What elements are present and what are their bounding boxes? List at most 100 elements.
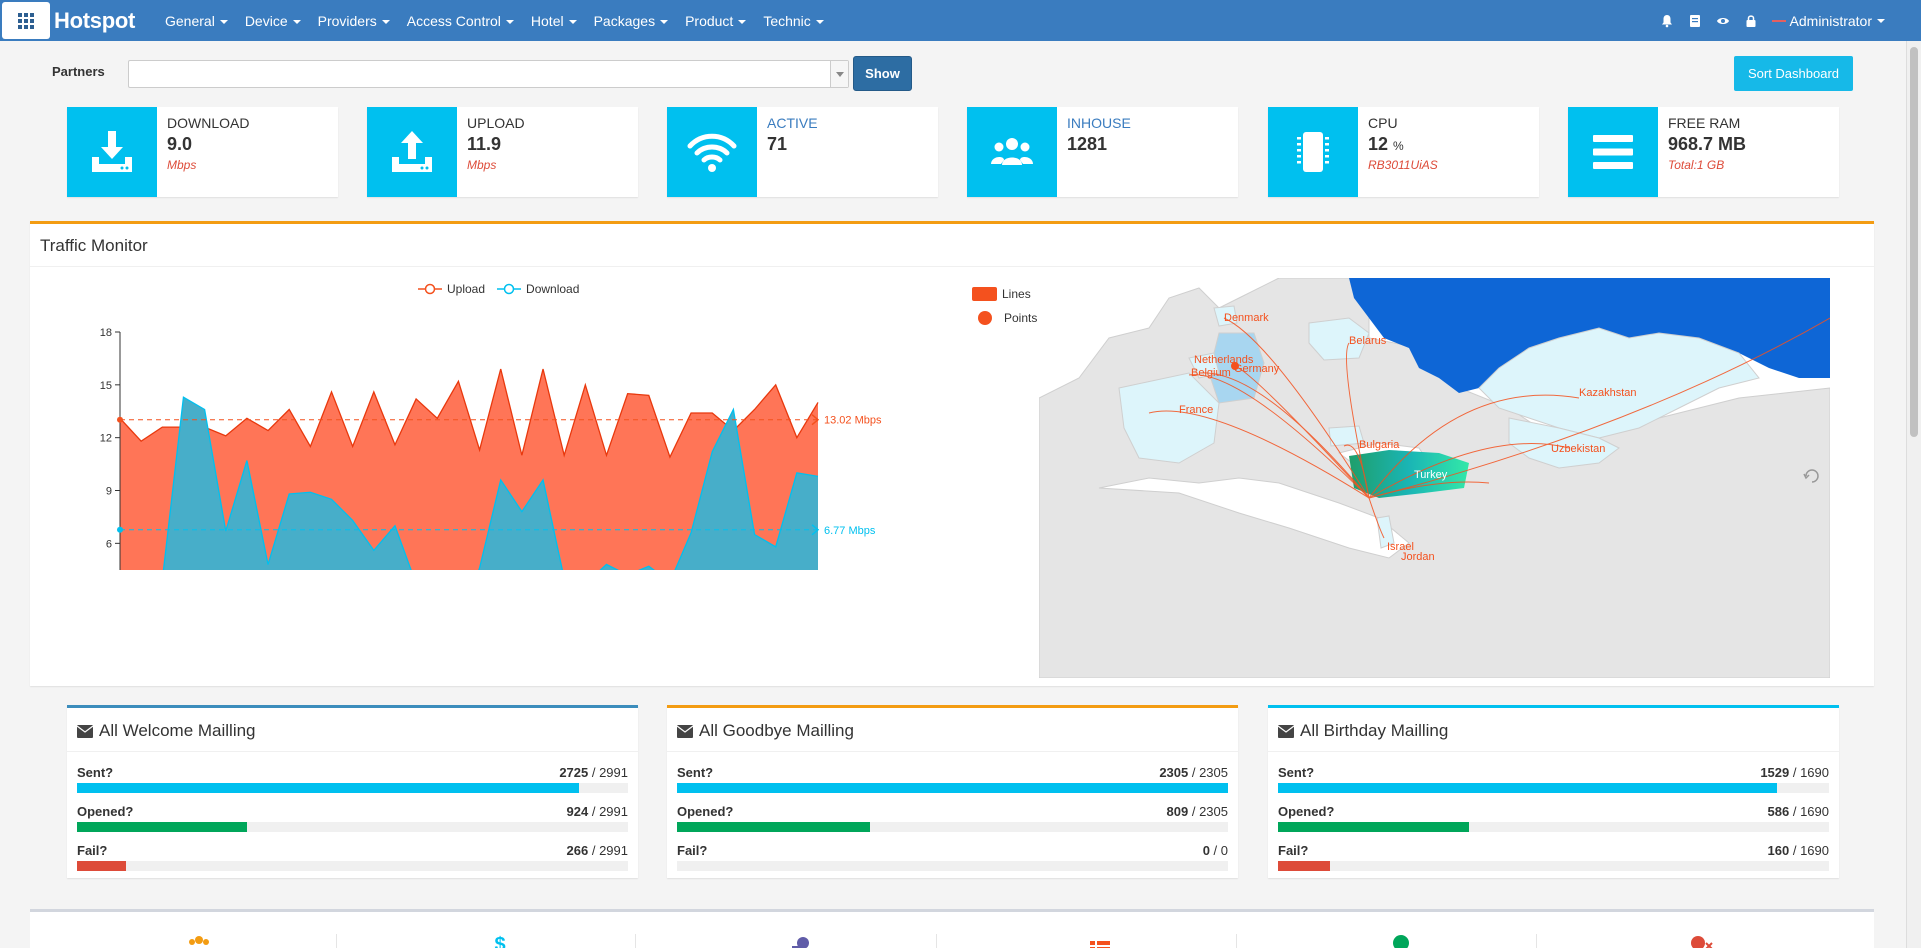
stat-value: 11.9 xyxy=(467,134,502,154)
sort-dashboard-button[interactable]: Sort Dashboard xyxy=(1734,56,1853,91)
menu-technic-label: Technic xyxy=(763,12,811,29)
avg-label-download: 6.77 Mbps xyxy=(824,525,876,537)
progress-label: Sent? xyxy=(77,765,114,780)
bottom-dollar-icon[interactable]: $ xyxy=(485,931,515,948)
caret-down-icon xyxy=(568,19,577,24)
progress-opened: Opened? 924 / 2991 xyxy=(77,804,628,832)
wifi-icon-box xyxy=(667,107,757,197)
wifi-icon xyxy=(687,133,737,172)
bottom-key-icon[interactable] xyxy=(785,931,815,948)
select-arrow[interactable] xyxy=(830,61,848,87)
y-tick-label: 6 xyxy=(106,538,112,550)
tasks-button[interactable] xyxy=(1688,14,1702,28)
map-label-belgium: Belgium xyxy=(1191,367,1231,379)
lines-swatch xyxy=(972,287,997,301)
map-label-denmark: Denmark xyxy=(1224,312,1269,324)
stat-label: CPU xyxy=(1368,115,1398,131)
bars-icon xyxy=(1593,135,1633,169)
stat-label: INHOUSE xyxy=(1067,115,1131,131)
divider xyxy=(30,266,1874,267)
avg-label-upload: 13.02 Mbps xyxy=(824,415,882,427)
menu-device-label: Device xyxy=(244,12,288,29)
stat-label: ACTIVE xyxy=(767,115,818,131)
stat-upload: UPLOAD 11.9 Mbps xyxy=(367,107,638,197)
menu-device[interactable]: Device xyxy=(245,13,301,29)
users-icon-box xyxy=(967,107,1057,197)
bottom-list-icon[interactable] xyxy=(1085,931,1115,948)
menu-product-label: Product xyxy=(685,12,734,29)
traffic-map: Denmark Belarus Netherlands Belgium Germ… xyxy=(1039,278,1830,678)
divider xyxy=(936,934,937,948)
stat-label: FREE RAM xyxy=(1668,115,1741,131)
progress-fill xyxy=(77,822,248,832)
progress-count: 1529 / 1690 xyxy=(1760,765,1829,780)
bottom-users-icon[interactable] xyxy=(184,931,214,948)
notifications-button[interactable] xyxy=(1660,14,1674,28)
caret-down-icon xyxy=(381,19,390,24)
stat-inhouse: INHOUSE 1281 xyxy=(967,107,1238,197)
y-tick-label: 12 xyxy=(100,433,112,445)
progress-sent: Sent? 1529 / 1690 xyxy=(1278,765,1829,793)
menu-access-control[interactable]: Access Control xyxy=(407,13,514,29)
bottom-user-icon[interactable] xyxy=(1386,931,1416,948)
caret-down-icon xyxy=(815,19,824,24)
y-tick-label: 18 xyxy=(100,327,112,339)
progress-fill xyxy=(77,783,579,793)
progress-track xyxy=(77,861,628,871)
divider xyxy=(336,934,337,948)
progress-track xyxy=(1278,861,1829,871)
map-legend: Lines Points xyxy=(972,282,1037,330)
stat-unit: % xyxy=(1393,139,1404,153)
top-navbar: Hotspot General Device Providers Access … xyxy=(0,0,1921,41)
page-scrollbar[interactable] xyxy=(1906,41,1921,948)
apps-grid-icon xyxy=(18,12,34,29)
progress-label: Fail? xyxy=(677,843,708,858)
progress-track xyxy=(77,783,628,793)
menu-product[interactable]: Product xyxy=(685,12,747,29)
traffic-monitor-box: Traffic Monitor Upload Download 03691215… xyxy=(30,221,1874,686)
progress-count: 924 / 2991 xyxy=(566,804,628,819)
map-label-uzbekistan: Uzbekistan xyxy=(1551,443,1605,455)
progress-track xyxy=(1278,783,1829,793)
show-button[interactable]: Show xyxy=(853,56,912,91)
menu-providers[interactable]: Providers xyxy=(318,13,390,29)
progress-track xyxy=(677,783,1228,793)
brand-logo[interactable]: Hotspot xyxy=(54,8,135,34)
map-label-germany: Germany xyxy=(1234,363,1280,375)
caret-down-icon xyxy=(292,19,301,24)
goodbye-mailing-box: All Goodbye Mailling Sent? 2305 / 2305 O… xyxy=(667,705,1238,878)
list-icon xyxy=(1689,14,1700,27)
cpu-icon xyxy=(1297,132,1329,172)
progress-label: Sent? xyxy=(677,765,714,780)
stat-sub: Mbps xyxy=(467,158,497,172)
stat-value: 71 xyxy=(767,134,788,154)
bottom-user-remove-icon[interactable] xyxy=(1686,931,1716,948)
birthday-mailing-box: All Birthday Mailling Sent? 1529 / 1690 … xyxy=(1268,705,1839,878)
menu-general[interactable]: General xyxy=(165,13,228,29)
user-menu[interactable]: Administrator xyxy=(1771,13,1885,29)
map-label-france: France xyxy=(1179,404,1213,416)
menu-packages[interactable]: Packages xyxy=(594,13,669,29)
scrollbar-thumb[interactable] xyxy=(1910,47,1918,437)
view-button[interactable] xyxy=(1716,14,1730,28)
map-legend-lines[interactable]: Lines xyxy=(972,282,1037,306)
partners-label: Partners xyxy=(52,64,105,79)
partners-select[interactable] xyxy=(128,60,849,88)
progress-fail: Fail? 0 / 0 xyxy=(677,843,1228,871)
list-icon xyxy=(1090,941,1110,948)
progress-track xyxy=(677,822,1228,832)
menu-technic[interactable]: Technic xyxy=(763,12,824,29)
menu-providers-label: Providers xyxy=(317,12,377,29)
y-tick-label: 15 xyxy=(100,380,112,392)
navbar-right: Administrator xyxy=(1646,0,1885,41)
map-label-bulgaria: Bulgaria xyxy=(1359,439,1400,451)
progress-count: 809 / 2305 xyxy=(1166,804,1228,819)
stat-value: 968.7 MB xyxy=(1668,134,1747,154)
lock-button[interactable] xyxy=(1744,14,1758,28)
stat-free-ram: FREE RAM 968.7 MB Total:1 GB xyxy=(1568,107,1839,197)
map-legend-points[interactable]: Points xyxy=(972,306,1037,330)
apps-grid-button[interactable] xyxy=(2,2,50,39)
welcome-mailing-box: All Welcome Mailling Sent? 2725 / 2991 O… xyxy=(67,705,638,878)
menu-hotel[interactable]: Hotel xyxy=(531,13,577,29)
progress-fill xyxy=(1278,822,1470,832)
